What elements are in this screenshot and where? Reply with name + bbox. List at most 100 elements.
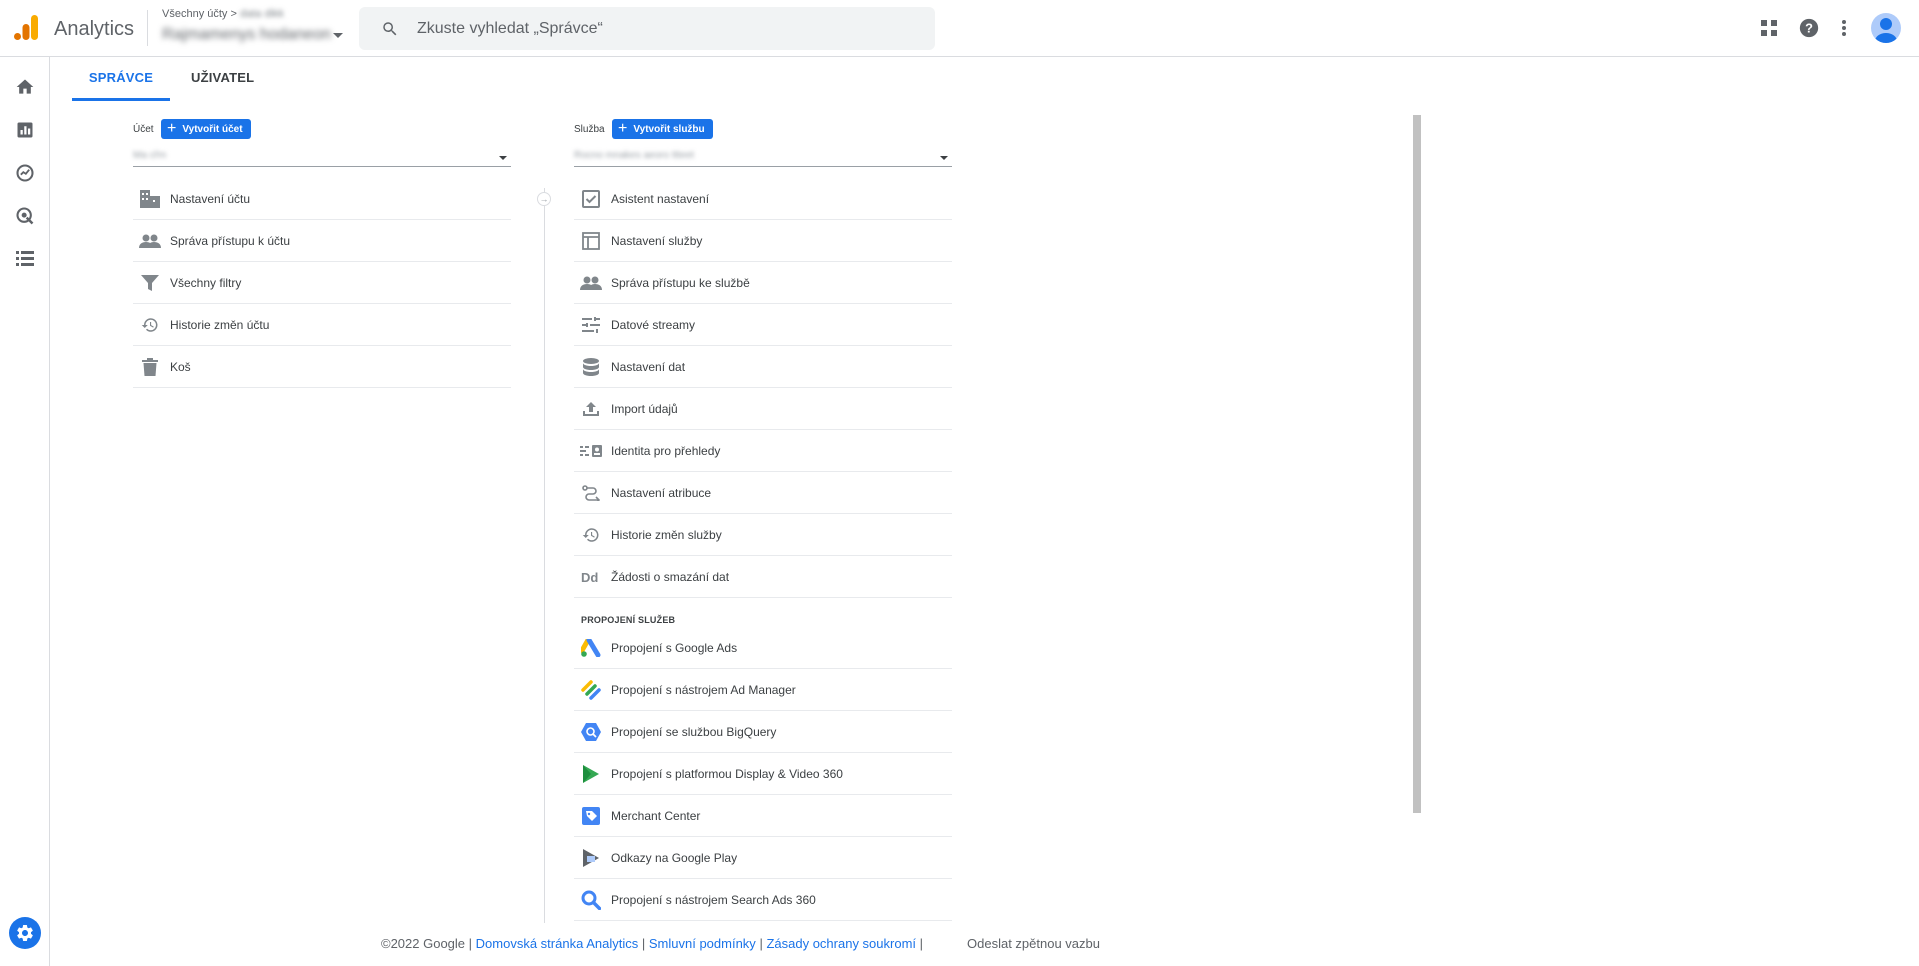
property-column-label: Služba [574, 124, 605, 135]
trash-label: Koš [170, 359, 191, 374]
header-divider [147, 10, 148, 46]
data-import-item[interactable]: Import údajů [574, 388, 952, 430]
create-account-button[interactable]: + Vytvořit účet [161, 119, 251, 139]
arrow-right-icon: → [537, 192, 551, 206]
send-feedback-link[interactable]: Odeslat zpětnou vazbu [967, 936, 1100, 951]
google-play-link-label: Odkazy na Google Play [611, 850, 738, 865]
analytics-home-link[interactable]: Domovská stránka Analytics [476, 936, 639, 951]
terms-link[interactable]: Smluvní podmínky [649, 936, 756, 951]
reports-icon[interactable] [13, 118, 37, 142]
account-avatar[interactable] [1871, 13, 1901, 43]
attribution-settings-label: Nastavení atribuce [611, 485, 712, 500]
footer-links: ©2022 Google | Domovská stránka Analytic… [381, 936, 923, 951]
people-icon [139, 230, 161, 252]
explore-icon[interactable] [13, 161, 37, 185]
copyright: ©2022 Google | [381, 936, 473, 951]
property-access-item[interactable]: Správa přístupu ke službě [574, 262, 952, 304]
property-picker-name[interactable]: Rajmamenys hodaneon [162, 26, 331, 44]
breadcrumb[interactable]: Všechny účty > data dikk [162, 8, 284, 20]
setup-assistant-item[interactable]: Asistent nastavení [574, 178, 952, 220]
home-icon[interactable] [13, 75, 37, 99]
svg-text:?: ? [1805, 21, 1813, 36]
left-nav-rail [0, 57, 50, 966]
breadcrumb-root[interactable]: Všechny účty [162, 8, 227, 20]
property-selector[interactable]: Rocno mnakes aeoro ttteet [574, 147, 952, 167]
property-change-history-label: Historie změn služby [611, 527, 722, 542]
data-streams-item[interactable]: Datové streamy [574, 304, 952, 346]
ad-manager-icon [580, 679, 602, 701]
account-change-history-label: Historie změn účtu [170, 317, 270, 332]
account-settings-item[interactable]: Nastavení účtu [133, 178, 511, 220]
property-settings-label: Nastavení služby [611, 233, 703, 248]
bigquery-link-item[interactable]: Propojení se službou BigQuery [574, 711, 952, 753]
privacy-link[interactable]: Zásady ochrany soukromí [766, 936, 916, 951]
search-ads-icon [580, 889, 602, 911]
google-ads-link-item[interactable]: Propojení s Google Ads [574, 627, 952, 669]
help-icon[interactable]: ? [1797, 16, 1821, 40]
search-ads-link-label: Propojení s nástrojem Search Ads 360 [611, 892, 816, 907]
dv360-link-label: Propojení s platformou Display & Video 3… [611, 766, 843, 781]
history-icon [580, 524, 602, 546]
property-settings-item[interactable]: Nastavení služby [574, 220, 952, 262]
tab-user[interactable]: UŽIVATEL [191, 70, 254, 85]
trash-icon [139, 356, 161, 378]
breadcrumb-account[interactable]: data dikk [240, 8, 284, 20]
configure-icon[interactable] [13, 247, 37, 271]
create-property-label: Vytvořit službu [633, 123, 705, 135]
analytics-logo-icon[interactable] [14, 15, 38, 40]
database-icon [580, 356, 602, 378]
google-play-icon [580, 847, 602, 869]
checkbox-icon [580, 188, 602, 210]
search-ads-link-item[interactable]: Propojení s nástrojem Search Ads 360 [574, 879, 952, 921]
google-ads-icon [580, 637, 602, 659]
property-picker-caret-icon[interactable] [333, 33, 343, 38]
account-change-history-item[interactable]: Historie změn účtu [133, 304, 511, 346]
data-import-label: Import údajů [611, 401, 678, 416]
dv360-icon [580, 763, 602, 785]
attribution-settings-item[interactable]: Nastavení atribuce [574, 472, 952, 514]
ad-manager-link-item[interactable]: Propojení s nástrojem Ad Manager [574, 669, 952, 711]
building-icon [139, 188, 161, 210]
top-app-bar: Analytics Všechny účty > data dikk Rajma… [0, 0, 1919, 57]
chevron-down-icon [499, 156, 507, 160]
upload-icon [580, 398, 602, 420]
admin-gear-icon[interactable] [9, 917, 41, 949]
data-deletion-requests-item[interactable]: Dd Žádosti o smazání dat [574, 556, 952, 598]
account-selector[interactable]: Ma cřm [133, 147, 511, 167]
search-input[interactable] [417, 7, 917, 50]
google-play-link-item[interactable]: Odkazy na Google Play [574, 837, 952, 879]
merchant-center-icon [580, 805, 602, 827]
breadcrumb-separator: > [230, 8, 237, 20]
merchant-center-link-label: Merchant Center [611, 808, 701, 823]
all-filters-item[interactable]: Všechny filtry [133, 262, 511, 304]
identity-icon [580, 440, 602, 462]
trash-item[interactable]: Koš [133, 346, 511, 388]
footer-separator: | [759, 936, 763, 951]
account-settings-label: Nastavení účtu [170, 191, 251, 206]
account-selector-value: Ma cřm [133, 150, 167, 161]
apps-icon[interactable] [1757, 16, 1781, 40]
streams-icon [580, 314, 602, 336]
data-settings-item[interactable]: Nastavení dat [574, 346, 952, 388]
footer-separator: | [641, 936, 646, 951]
search-bar[interactable] [359, 7, 935, 50]
people-icon [580, 272, 602, 294]
reporting-identity-item[interactable]: Identita pro přehledy [574, 430, 952, 472]
setup-assistant-label: Asistent nastavení [611, 191, 710, 206]
column-divider [544, 188, 545, 923]
property-change-history-item[interactable]: Historie změn služby [574, 514, 952, 556]
plus-icon: + [167, 120, 177, 137]
advertising-icon[interactable] [13, 204, 37, 228]
merchant-center-link-item[interactable]: Merchant Center [574, 795, 952, 837]
scrollbar[interactable] [1413, 115, 1421, 813]
dd-icon: Dd [580, 566, 602, 588]
dv360-link-item[interactable]: Propojení s platformou Display & Video 3… [574, 753, 952, 795]
create-property-button[interactable]: + Vytvořit službu [612, 119, 713, 139]
layout-icon [580, 230, 602, 252]
more-vert-icon[interactable] [1832, 16, 1856, 40]
account-access-item[interactable]: Správa přístupu k účtu [133, 220, 511, 262]
tab-admin[interactable]: SPRÁVCE [72, 70, 170, 101]
property-access-label: Správa přístupu ke službě [611, 275, 750, 290]
app-title: Analytics [54, 18, 135, 40]
data-streams-label: Datové streamy [611, 317, 696, 332]
